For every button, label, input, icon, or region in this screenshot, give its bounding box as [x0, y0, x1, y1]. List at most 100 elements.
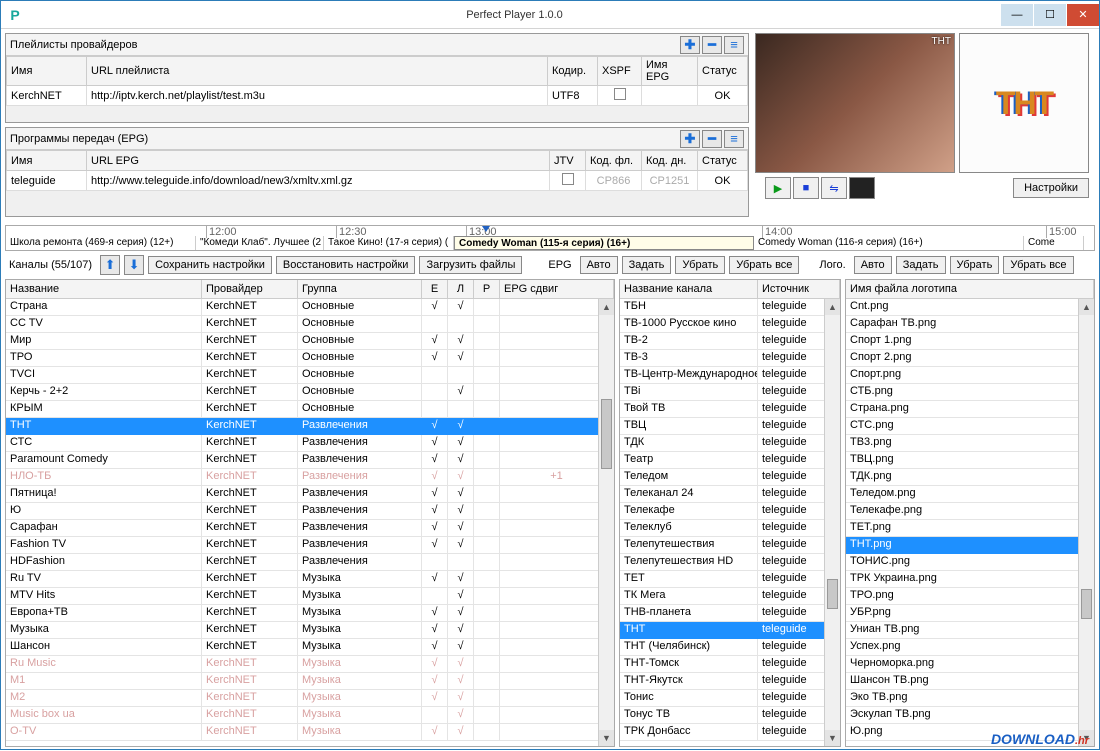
move-down-button[interactable]: ⬇ — [124, 255, 144, 275]
logo-file-row[interactable]: Cnt.png — [846, 299, 1094, 316]
epg-channel-row[interactable]: ТНВ-планетаteleguide — [620, 605, 840, 622]
epg-channel-row[interactable]: ТНТteleguide — [620, 622, 840, 639]
logo-file-row[interactable]: Сарафан ТВ.png — [846, 316, 1094, 333]
logo-file-row[interactable]: Телекафе.png — [846, 503, 1094, 520]
epg-channel-row[interactable]: Телепутешествия HDteleguide — [620, 554, 840, 571]
epg-channel-row[interactable]: ТБНteleguide — [620, 299, 840, 316]
logo-file-row[interactable]: Спорт 2.png — [846, 350, 1094, 367]
scroll-down-icon[interactable]: ▼ — [599, 730, 614, 746]
timeline-program[interactable]: Come — [1024, 236, 1084, 250]
logo-removeall-button[interactable]: Убрать все — [1003, 256, 1073, 274]
scroll-up-icon[interactable]: ▲ — [599, 299, 614, 315]
col-name[interactable]: Имя — [7, 57, 87, 86]
col-provider[interactable]: Провайдер — [202, 280, 298, 298]
channel-row[interactable]: ТНТKerchNETРазвлечения√√ — [6, 418, 614, 435]
epg-set-button[interactable]: Задать — [622, 256, 672, 274]
epg-remove-button[interactable]: ━ — [702, 130, 722, 148]
channel-row[interactable]: ЮKerchNETРазвлечения√√ — [6, 503, 614, 520]
channel-row[interactable]: СтранаKerchNETОсновные√√ — [6, 299, 614, 316]
logo-file-row[interactable]: ТДК.png — [846, 469, 1094, 486]
logo-file-row[interactable]: Успех.png — [846, 639, 1094, 656]
epg-channel-row[interactable]: ТНТ (Челябинск)teleguide — [620, 639, 840, 656]
col-r[interactable]: Р — [474, 280, 500, 298]
fullscreen-button[interactable] — [849, 177, 875, 199]
epg-timeline[interactable]: 12:00 12:30 13:00 14:00 15:00 Школа ремо… — [5, 225, 1095, 251]
play-button[interactable]: ▶ — [765, 177, 791, 199]
logo-set-button[interactable]: Задать — [896, 256, 946, 274]
epg-channel-row[interactable]: Телекафеteleguide — [620, 503, 840, 520]
channel-row[interactable]: CC TVKerchNETОсновные — [6, 316, 614, 333]
col-jtv[interactable]: JTV — [550, 151, 586, 171]
timeline-program[interactable]: Такое Кино! (17-я серия) ( — [324, 236, 454, 250]
channel-row[interactable]: MTV HitsKerchNETМузыка√ — [6, 588, 614, 605]
col-shift[interactable]: EPG сдвиг — [500, 280, 614, 298]
channel-row[interactable]: Music box uaKerchNETМузыка√ — [6, 707, 614, 724]
minimize-button[interactable]: — — [1001, 4, 1033, 26]
channel-row[interactable]: НЛО-ТБKerchNETРазвлечения√√+1 — [6, 469, 614, 486]
epg-channel-row[interactable]: ТВ-2teleguide — [620, 333, 840, 350]
epg-channel-row[interactable]: ТЕТteleguide — [620, 571, 840, 588]
channel-row[interactable]: Керчь - 2+2KerchNETОсновные√ — [6, 384, 614, 401]
epg-channel-row[interactable]: ТДКteleguide — [620, 435, 840, 452]
epg-channel-row[interactable]: ТНТ-Томскteleguide — [620, 656, 840, 673]
channel-row[interactable]: Пятница!KerchNETРазвлечения√√ — [6, 486, 614, 503]
provider-row[interactable]: KerchNET http://iptv.kerch.net/playlist/… — [7, 86, 748, 106]
epg-add-button[interactable]: ✚ — [680, 130, 700, 148]
logo-file-row[interactable]: ТЕТ.png — [846, 520, 1094, 537]
channel-row[interactable]: Paramount ComedyKerchNETРазвлечения√√ — [6, 452, 614, 469]
providers-add-button[interactable]: ✚ — [680, 36, 700, 54]
channel-row[interactable]: M1KerchNETМузыка√√ — [6, 673, 614, 690]
channel-row[interactable]: HDFashionKerchNETРазвлечения — [6, 554, 614, 571]
epg-channel-row[interactable]: Телеканал 24teleguide — [620, 486, 840, 503]
scroll-thumb[interactable] — [601, 399, 612, 469]
load-files-button[interactable]: Загрузить файлы — [419, 256, 522, 274]
jtv-checkbox[interactable] — [562, 173, 574, 185]
col-epgname[interactable]: Имя EPG — [642, 57, 698, 86]
epg-channel-row[interactable]: Тонисteleguide — [620, 690, 840, 707]
logo-file-row[interactable]: Униан ТВ.png — [846, 622, 1094, 639]
col-e[interactable]: E — [422, 280, 448, 298]
epg-channel-row[interactable]: Тонус ТВteleguide — [620, 707, 840, 724]
channel-row[interactable]: МирKerchNETОсновные√√ — [6, 333, 614, 350]
col-chname[interactable]: Название канала — [620, 280, 758, 298]
scroll-down-icon[interactable]: ▼ — [825, 730, 840, 746]
channel-row[interactable]: ТРОKerchNETОсновные√√ — [6, 350, 614, 367]
timeline-program[interactable]: "Комеди Клаб". Лучшее (2 — [196, 236, 324, 250]
channel-row[interactable]: TVCIKerchNETОсновные — [6, 367, 614, 384]
logo-file-row[interactable]: ТРК Украина.png — [846, 571, 1094, 588]
epg-channel-row[interactable]: ТВiteleguide — [620, 384, 840, 401]
timeline-program[interactable]: Comedy Woman (115-я серия) (16+) — [454, 236, 754, 250]
epg-source-row[interactable]: teleguide http://www.teleguide.info/down… — [7, 171, 748, 191]
channels-table[interactable]: Название Провайдер Группа E Л Р EPG сдви… — [5, 279, 615, 747]
col-codfl[interactable]: Код. фл. — [586, 151, 642, 171]
move-up-button[interactable]: ⬆ — [100, 255, 120, 275]
maximize-button[interactable]: ☐ — [1034, 4, 1066, 26]
epg-channel-row[interactable]: ТРК Донбассteleguide — [620, 724, 840, 741]
channel-row[interactable]: ШансонKerchNETМузыка√√ — [6, 639, 614, 656]
channel-row[interactable]: МузыкаKerchNETМузыка√√ — [6, 622, 614, 639]
channel-row[interactable]: Ru MusicKerchNETМузыка√√ — [6, 656, 614, 673]
epg-channel-row[interactable]: Телеклубteleguide — [620, 520, 840, 537]
providers-table[interactable]: Имя URL плейлиста Кодир. XSPF Имя EPG Ст… — [6, 56, 748, 106]
scroll-up-icon[interactable]: ▲ — [825, 299, 840, 315]
channel-row[interactable]: Ru TVKerchNETМузыка√√ — [6, 571, 614, 588]
logo-file-row[interactable]: Эко ТВ.png — [846, 690, 1094, 707]
logo-file-row[interactable]: Спорт 1.png — [846, 333, 1094, 350]
epg-menu-button[interactable]: ≡ — [724, 130, 744, 148]
col-l[interactable]: Л — [448, 280, 474, 298]
scrollbar[interactable]: ▲ ▼ — [824, 299, 840, 746]
xspf-checkbox[interactable] — [614, 88, 626, 100]
scrollbar[interactable]: ▲ ▼ — [1078, 299, 1094, 746]
stop-button[interactable]: ■ — [793, 177, 819, 199]
logo-file-row[interactable]: Теледом.png — [846, 486, 1094, 503]
col-url[interactable]: URL плейлиста — [87, 57, 548, 86]
logos-table[interactable]: Имя файла логотипа Cnt.pngСарафан ТВ.png… — [845, 279, 1095, 747]
channel-row[interactable]: Fashion TVKerchNETРазвлечения√√ — [6, 537, 614, 554]
channel-row[interactable]: КРЫМKerchNETОсновные — [6, 401, 614, 418]
epg-channel-row[interactable]: Теледомteleguide — [620, 469, 840, 486]
logo-file-row[interactable]: ТРО.png — [846, 588, 1094, 605]
epg-channel-row[interactable]: ТК Мегаteleguide — [620, 588, 840, 605]
col-enc[interactable]: Кодир. — [548, 57, 598, 86]
col-status[interactable]: Статус — [698, 151, 748, 171]
close-button[interactable]: ✕ — [1067, 4, 1099, 26]
